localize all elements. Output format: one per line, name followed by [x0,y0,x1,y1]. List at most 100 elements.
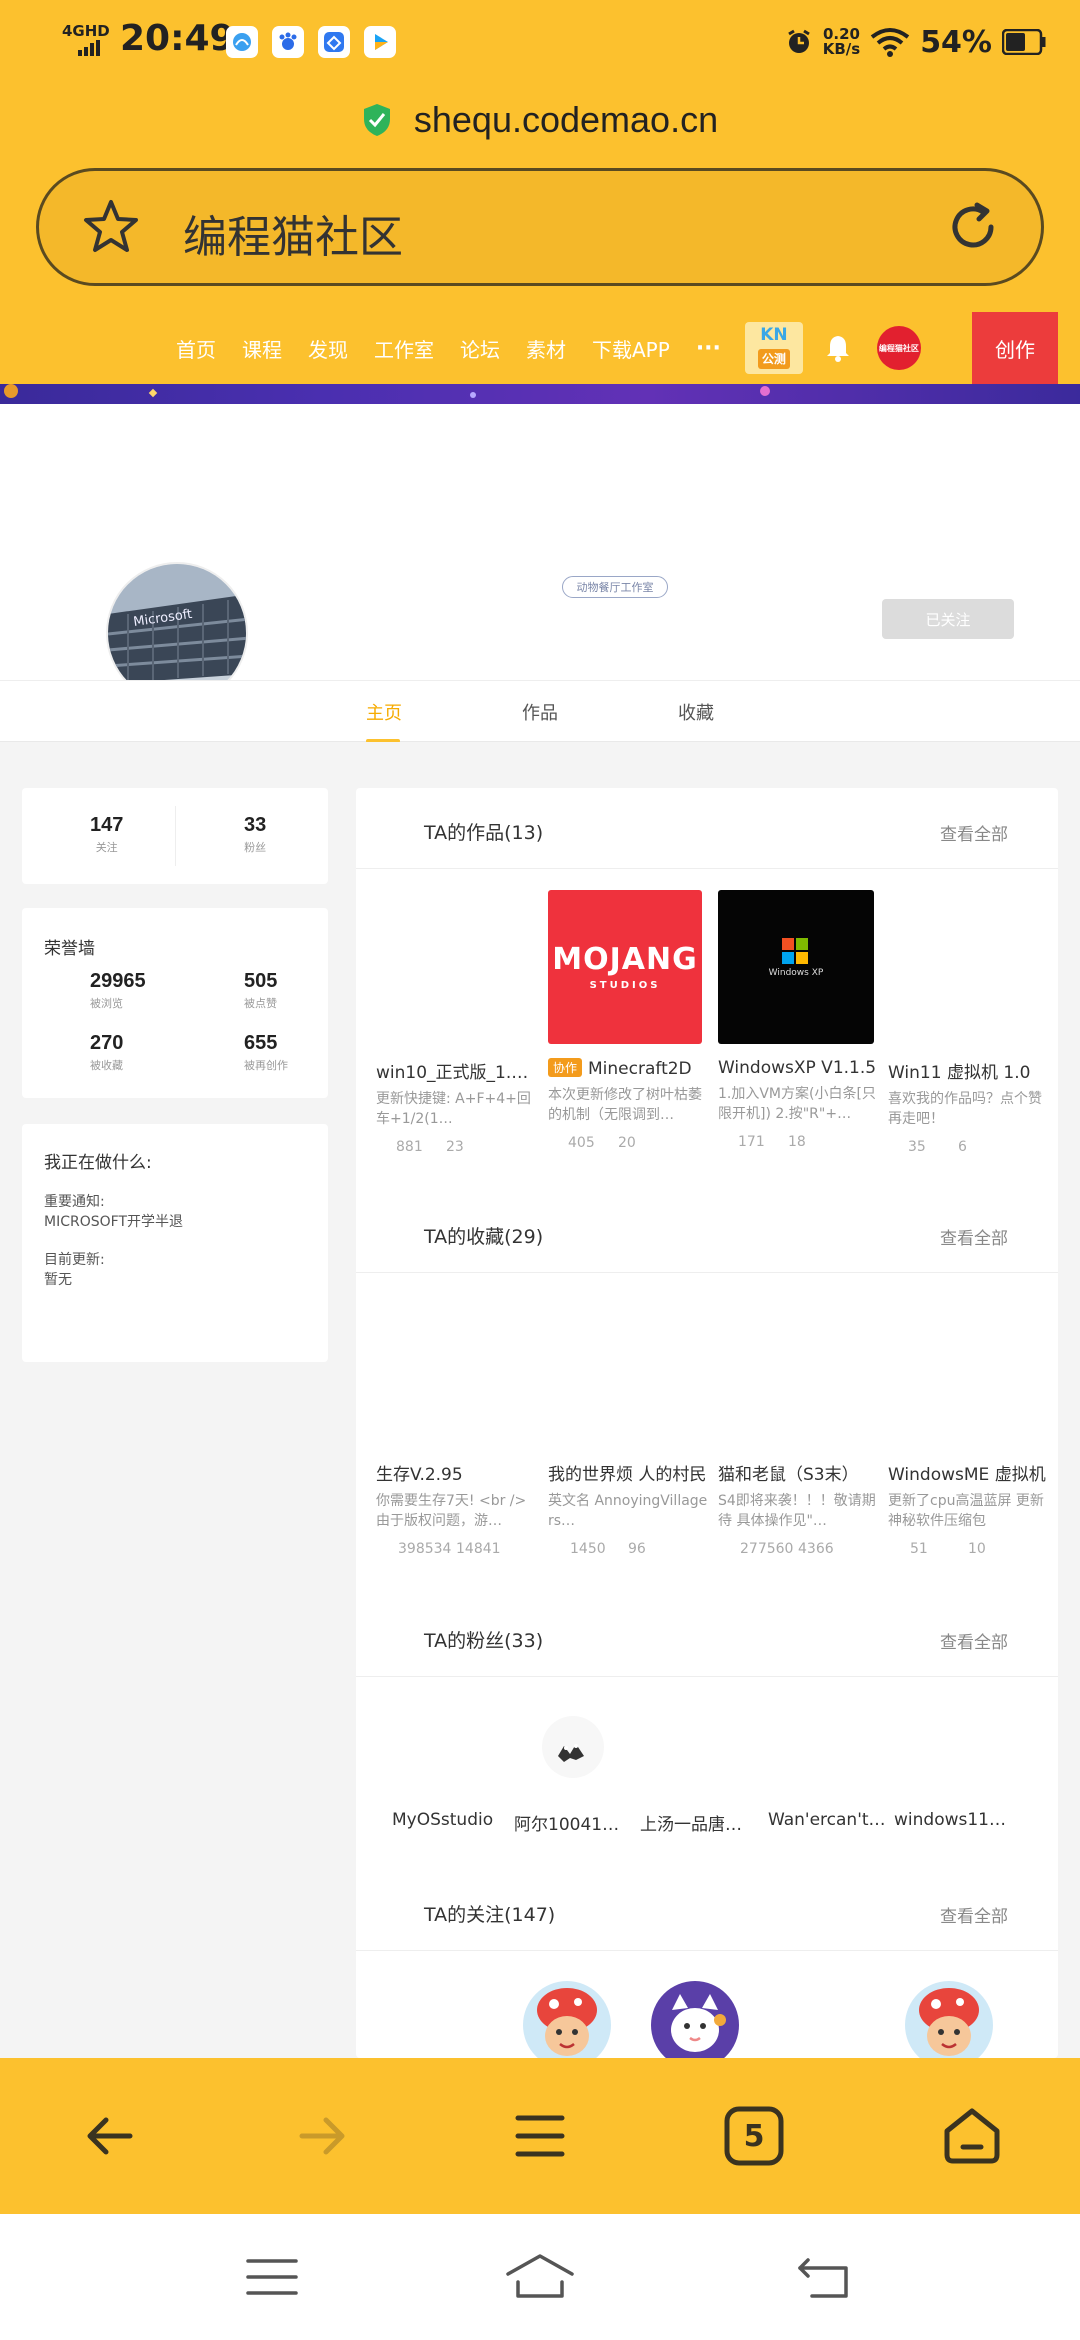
honor-views-label: 被浏览 [90,997,123,1010]
collection-desc: S4即将来袭！！！敬请期待 具体操作见"… [718,1493,876,1529]
collection-views: 398534 [398,1541,452,1557]
followed-user-avatar[interactable] [522,1980,612,2058]
nav-studio[interactable]: 工作室 [374,334,434,363]
back-arrow-icon [87,2117,133,2155]
work-desc: 本次更新修改了树叶枯萎的机制（无限调到… [548,1087,702,1123]
nav-courses[interactable]: 课程 [242,334,282,363]
collection-item[interactable]: 生存V.2.95 你需要生存7天! <br />由于版权问题，游… 398534… [376,1460,536,1557]
follow-button[interactable]: 已关注 [882,599,1014,639]
fan-name[interactable]: 上汤一品唐… [640,1810,742,1835]
system-home-icon [506,2254,574,2298]
collection-item[interactable]: 我的世界烦 人的村民 英文名 AnnoyingVillagers… 1450 96 [548,1460,708,1557]
mojang-thumbnail[interactable]: MOJANG STUDIOS [548,890,702,1044]
mojang-logo-text: MOJANG [552,942,698,977]
kn-beta-label: 公测 [757,349,790,369]
collection-stats: 51 10 [888,1541,1048,1557]
profile-banner [0,384,1080,404]
signal-icon [78,40,100,56]
fan-name[interactable]: Wan'ercan't… [768,1810,886,1830]
work-item[interactable]: WindowsXP V1.1.5 1.加入VM方案(小白条[只限开机]) 2.按… [718,1058,878,1150]
tabs-button[interactable]: 5 [714,2096,794,2176]
system-menu-button[interactable] [232,2242,312,2312]
app-notification-icon [226,26,258,58]
work-desc: 1.加入VM方案(小白条[只限开机]) 2.按"R"+… [718,1086,876,1122]
address-bar[interactable]: 编程猫社区 [36,168,1044,286]
alarm-icon [787,29,810,53]
collection-item[interactable]: 猫和老鼠（S3末） S4即将来袭！！！敬请期待 具体操作见"… 277560 43… [718,1460,878,1557]
site-nav-items: 首页 课程 发现 工作室 论坛 素材 下载APP ··· KN 公测 编程猫社区 [176,312,921,384]
nav-more-button[interactable]: ··· [696,336,721,361]
status-time: 20:49 [120,18,235,59]
app-store-icon [318,26,350,58]
url-text[interactable]: shequ.codemao.cn [414,99,718,141]
user-avatar[interactable]: 编程猫社区 [876,326,921,370]
create-button[interactable]: 创作 [972,312,1058,384]
bookmark-star-icon[interactable] [81,197,141,257]
honor-remixed-label: 被再创作 [244,1059,288,1072]
tab-home[interactable]: 主页 [366,699,402,725]
network-indicator: 4GHD [62,18,110,58]
fan-name[interactable]: windows11… [894,1810,1006,1830]
back-button[interactable] [70,2096,150,2176]
honor-title: 荣誉墙 [44,939,95,959]
fan-name[interactable]: 阿尔10041… [514,1810,619,1835]
work-item[interactable]: win10_正式版_1.3.1 更新快捷键: A+F+4+回车+1/2(1… 8… [376,1058,536,1155]
following-view-all[interactable]: 查看全部 [940,1902,1008,1927]
menu-icon [515,2115,565,2157]
windows-xp-thumbnail[interactable]: Windows XP [718,890,874,1044]
system-home-button[interactable] [500,2242,580,2312]
work-desc: 更新快捷键: A+F+4+回车+1/2(1… [376,1091,531,1127]
nav-materials[interactable]: 素材 [526,334,566,363]
fans-divider [356,1676,1058,1677]
work-stats: 171 18 [718,1134,878,1150]
followed-user-avatar[interactable] [904,1980,994,2058]
tab-collections[interactable]: 收藏 [678,699,714,725]
studio-tag[interactable]: 动物餐厅工作室 [562,576,668,598]
system-back-button[interactable] [784,2242,864,2312]
forward-button[interactable] [282,2096,362,2176]
bell-icon[interactable] [825,334,851,362]
nav-discover[interactable]: 发现 [308,334,348,363]
fans-label: 粉丝 [244,841,267,854]
nav-home[interactable]: 首页 [176,334,216,363]
work-likes: 23 [446,1139,464,1155]
forward-arrow-icon [299,2117,345,2155]
collections-view-all[interactable]: 查看全部 [940,1224,1008,1249]
reload-icon[interactable] [943,197,1003,257]
kn-label: KN [760,325,788,345]
works-view-all[interactable]: 查看全部 [940,820,1008,845]
collection-title: WindowsME 虚拟机 [888,1465,1046,1485]
collection-desc: 英文名 AnnoyingVillagers… [548,1493,708,1529]
wifi-icon [870,28,910,57]
tab-works[interactable]: 作品 [522,699,558,725]
profile-tabs: 主页 作品 收藏 [0,680,1080,743]
collection-item[interactable]: WindowsME 虚拟机 更新了cpu高温蓝屏 更新神秘软件压缩包 51 10 [888,1460,1048,1557]
work-item[interactable]: 协作 Minecraft2D 本次更新修改了树叶枯萎的机制（无限调到… 405 20 [548,1058,708,1151]
doing-notice: 重要通知: MICROSOFT开学半退 [44,1192,183,1232]
status-bar: 4GHD 20:49 0.20 KB/s 54% [0,0,1080,84]
work-views: 35 [908,1139,926,1155]
following-stat[interactable]: 147 关注 [90,814,123,855]
work-stats: 405 20 [548,1135,708,1151]
notice-text: MICROSOFT开学半退 [44,1214,183,1230]
home-button[interactable] [932,2096,1012,2176]
fans-count: 33 [244,814,267,836]
work-item[interactable]: Win11 虚拟机 1.0 喜欢我的作品吗？点个赞再走吧！ 35 6 [888,1058,1048,1155]
nav-forum[interactable]: 论坛 [460,334,500,363]
fans-stat[interactable]: 33 粉丝 [244,814,266,855]
video-app-icon [364,26,396,58]
fans-view-all[interactable]: 查看全部 [940,1628,1008,1653]
collections-section-title: TA的收藏(29) [424,1226,544,1248]
menu-button[interactable] [500,2096,580,2176]
fan-avatar[interactable] [542,1716,604,1778]
honor-likes-value: 505 [244,970,278,992]
kn-beta-badge[interactable]: KN 公测 [744,322,803,374]
net-speed-unit: KB/s [822,40,861,58]
nav-download-app[interactable]: 下载APP [592,334,670,363]
work-stats: 35 6 [888,1139,1048,1155]
honor-views-value: 29965 [90,970,146,992]
tabs-icon [724,2106,784,2166]
baidu-icon [272,26,304,58]
followed-user-avatar[interactable] [650,1980,740,2058]
fan-name[interactable]: MyOSstudio [392,1810,493,1830]
